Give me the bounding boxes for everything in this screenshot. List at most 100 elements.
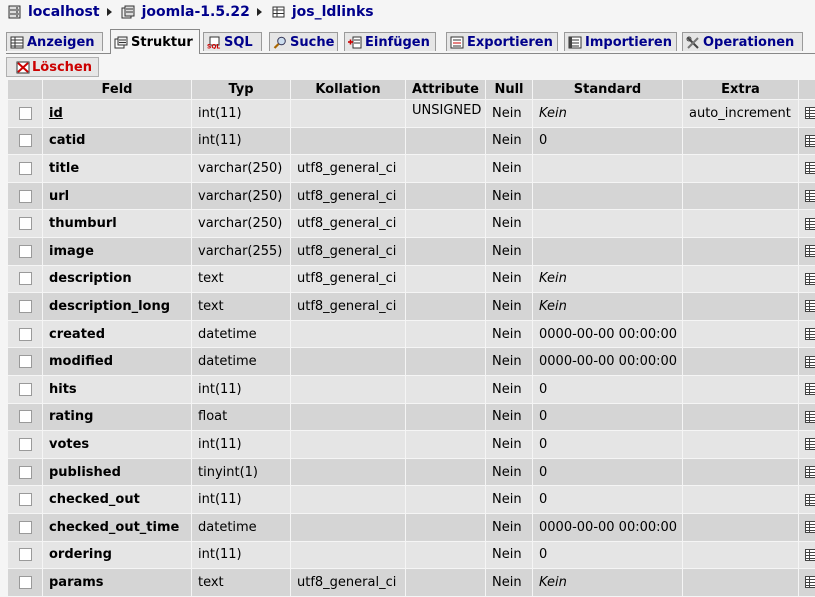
browse-distinct-icon[interactable] (805, 190, 815, 202)
tab-search[interactable]: Suche (269, 32, 338, 51)
field-default: Kein (533, 100, 682, 127)
browse-distinct-icon[interactable] (805, 273, 815, 285)
database-icon (121, 5, 136, 19)
field-null: Nein (486, 376, 532, 403)
browse-distinct-icon[interactable] (805, 411, 815, 423)
field-null: Nein (486, 100, 532, 127)
header-extra: Extra (683, 80, 798, 99)
browse-distinct-icon[interactable] (805, 549, 815, 561)
table-row: urlvarchar(250)utf8_general_ciNein (8, 183, 815, 210)
browse-distinct-icon[interactable] (805, 383, 815, 395)
field-collation (291, 376, 405, 403)
row-checkbox[interactable] (19, 134, 32, 147)
tab-operations[interactable]: Operationen (682, 32, 803, 51)
field-extra (683, 569, 798, 596)
tab-import[interactable]: Importieren (564, 32, 677, 51)
field-name[interactable]: id (43, 100, 191, 127)
field-default (533, 238, 682, 265)
browse-distinct-icon[interactable] (805, 245, 815, 257)
browse-distinct-icon[interactable] (805, 218, 815, 230)
breadcrumb-server[interactable]: localhost (7, 4, 100, 20)
field-collation (291, 128, 405, 155)
field-name: rating (43, 404, 191, 431)
field-collation (291, 486, 405, 513)
tab-sql[interactable]: SQL SQL (203, 32, 262, 51)
field-type: tinyint(1) (192, 459, 290, 486)
browse-distinct-icon[interactable] (805, 135, 815, 147)
drop-row: Löschen (6, 57, 99, 77)
breadcrumb-table[interactable]: jos_ldlinks (271, 4, 374, 20)
table-row: imagevarchar(255)utf8_general_ciNein (8, 238, 815, 265)
row-checkbox[interactable] (19, 217, 32, 230)
table-row: publishedtinyint(1)Nein0 (8, 459, 815, 486)
field-type: int(11) (192, 128, 290, 155)
row-checkbox[interactable] (19, 521, 32, 534)
browse-distinct-icon[interactable] (805, 576, 815, 588)
row-actions (799, 183, 815, 210)
table-row: thumburlvarchar(250)utf8_general_ciNein (8, 210, 815, 237)
field-attributes (406, 155, 485, 182)
field-name: checked_out_time (43, 514, 191, 541)
breadcrumb-label: localhost (28, 4, 100, 20)
browse-distinct-icon[interactable] (805, 328, 815, 340)
row-checkbox[interactable] (19, 300, 32, 313)
field-default: 0 (533, 376, 682, 403)
field-default: Kein (533, 266, 682, 293)
header-actions (799, 80, 815, 99)
table-row: checked_out_timedatetimeNein0000-00-00 0… (8, 514, 815, 541)
field-default (533, 183, 682, 210)
search-icon (273, 36, 287, 49)
field-attributes (406, 569, 485, 596)
field-null: Nein (486, 128, 532, 155)
field-null: Nein (486, 542, 532, 569)
header-type: Typ (192, 80, 290, 99)
row-checkbox[interactable] (19, 245, 32, 258)
header-field[interactable]: Feld (43, 80, 191, 99)
field-collation (291, 542, 405, 569)
field-attributes (406, 128, 485, 155)
row-checkbox[interactable] (19, 383, 32, 396)
browse-distinct-icon[interactable] (805, 466, 815, 478)
row-checkbox[interactable] (19, 355, 32, 368)
browse-distinct-icon[interactable] (805, 494, 815, 506)
field-extra (683, 514, 798, 541)
tab-structure[interactable]: Struktur (110, 29, 200, 54)
field-collation (291, 100, 405, 127)
row-checkbox[interactable] (19, 493, 32, 506)
row-checkbox[interactable] (19, 438, 32, 451)
browse-icon (10, 36, 24, 49)
row-checkbox[interactable] (19, 107, 32, 120)
browse-distinct-icon[interactable] (805, 521, 815, 533)
browse-distinct-icon[interactable] (805, 107, 815, 119)
row-checkbox[interactable] (19, 328, 32, 341)
field-extra (683, 459, 798, 486)
row-checkbox[interactable] (19, 576, 32, 589)
field-extra (683, 348, 798, 375)
row-checkbox[interactable] (19, 410, 32, 423)
breadcrumb: localhost joomla-1.5.22 jos_ldlinks (7, 3, 374, 21)
row-checkbox[interactable] (19, 272, 32, 285)
row-checkbox[interactable] (19, 548, 32, 561)
table-row: description_longtextutf8_general_ciNeinK… (8, 293, 815, 320)
field-attributes (406, 238, 485, 265)
browse-distinct-icon[interactable] (805, 356, 815, 368)
field-name: published (43, 459, 191, 486)
tab-browse[interactable]: Anzeigen (6, 32, 103, 51)
field-collation (291, 348, 405, 375)
browse-distinct-icon[interactable] (805, 438, 815, 450)
field-name: modified (43, 348, 191, 375)
table-row: catidint(11)Nein0 (8, 128, 815, 155)
row-checkbox[interactable] (19, 162, 32, 175)
browse-distinct-icon[interactable] (805, 300, 815, 312)
drop-table-button[interactable]: Löschen (6, 57, 99, 77)
field-collation: utf8_general_ci (291, 155, 405, 182)
field-name: description_long (43, 293, 191, 320)
row-checkbox[interactable] (19, 190, 32, 203)
row-actions (799, 100, 815, 127)
tab-insert[interactable]: Einfügen (344, 32, 436, 51)
breadcrumb-database[interactable]: joomla-1.5.22 (121, 4, 250, 20)
insert-icon (348, 36, 362, 49)
tab-export[interactable]: Exportieren (446, 32, 558, 51)
row-checkbox[interactable] (19, 466, 32, 479)
browse-distinct-icon[interactable] (805, 162, 815, 174)
